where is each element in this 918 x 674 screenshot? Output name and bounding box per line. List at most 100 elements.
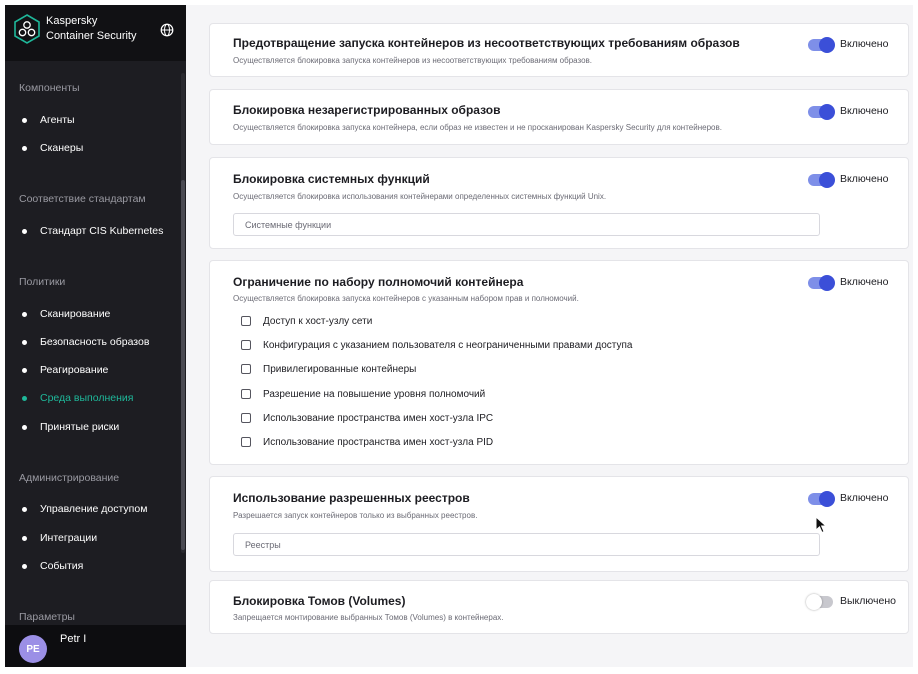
card-description: Запрещается монтирование выбранных Томов…	[233, 613, 504, 622]
checkbox-privileged-containers[interactable]: Привилегированные контейнеры	[241, 362, 416, 376]
sidebar-item-label: Сканеры	[40, 142, 84, 154]
checkbox-box[interactable]	[241, 413, 251, 423]
enable-toggle[interactable]	[806, 594, 833, 610]
checkbox-label: Использование пространства имен хост-узл…	[263, 412, 494, 424]
user-bar[interactable]: PE Petr I	[5, 625, 186, 667]
checkbox-box[interactable]	[241, 364, 251, 374]
card-title: Блокировка системных функций	[233, 172, 430, 186]
sidebar-item-integrations[interactable]: Интеграции	[19, 529, 97, 547]
sidebar-item-label: Сканирование	[40, 308, 111, 320]
user-name: Petr I	[60, 633, 87, 645]
sidebar-item-accepted-risks[interactable]: Принятые риски	[19, 418, 119, 436]
checkbox-box[interactable]	[241, 340, 251, 350]
card-description: Осуществляется блокировка запуска контей…	[233, 294, 579, 303]
brand-header: Kaspersky Container Security	[5, 5, 186, 61]
checkbox-label: Разрешение на повышение уровня полномочи…	[263, 388, 486, 400]
enable-toggle[interactable]	[808, 37, 835, 53]
toggle-label: Включено	[840, 173, 889, 185]
enable-toggle[interactable]	[808, 491, 835, 507]
card-title: Использование разрешенных реестров	[233, 491, 470, 505]
card-description: Осуществляется блокировка запуска контей…	[233, 123, 722, 132]
bullet-icon	[22, 145, 27, 151]
checkbox-box[interactable]	[241, 437, 251, 447]
kaspersky-logo-icon	[14, 14, 40, 44]
brand-line2: Container Security	[46, 30, 137, 42]
sidebar-item-scanning[interactable]: Сканирование	[19, 305, 110, 323]
policy-card-allowed-registries: Использование разрешенных реестров Разре…	[209, 476, 909, 572]
sidebar-item-events[interactable]: События	[19, 557, 83, 575]
checkbox-box[interactable]	[241, 316, 251, 326]
card-description: Осуществляется блокировка использования …	[233, 192, 607, 201]
sidebar: Kaspersky Container Security Компоненты …	[5, 5, 186, 667]
toggle-label: Включено	[840, 105, 889, 117]
toggle-knob	[806, 594, 822, 610]
checkbox-label: Доступ к хост-узлу сети	[263, 315, 373, 327]
sidebar-item-label: Управление доступом	[40, 503, 148, 515]
policy-card-noncompliant-images: Предотвращение запуска контейнеров из не…	[209, 23, 909, 77]
toggle-knob	[819, 275, 835, 291]
registries-input[interactable]	[233, 533, 820, 556]
checkbox-box[interactable]	[241, 389, 251, 399]
bullet-icon	[22, 228, 27, 234]
sidebar-item-label: Агенты	[40, 114, 75, 126]
toggle-knob	[819, 491, 835, 507]
sidebar-item-label: События	[40, 560, 84, 572]
bullet-icon	[22, 339, 27, 345]
globe-icon[interactable]	[160, 23, 174, 37]
brand-line1: Kaspersky	[46, 15, 98, 27]
sidebar-item-runtime[interactable]: Среда выполнения	[19, 389, 133, 407]
sidebar-item-access-management[interactable]: Управление доступом	[19, 500, 147, 518]
system-functions-input[interactable]	[233, 213, 820, 236]
brand-name: Kaspersky Container Security	[46, 14, 137, 44]
checkbox-host-network[interactable]: Доступ к хост-узлу сети	[241, 314, 372, 328]
checkbox-label: Конфигурация с указанием пользователя с …	[263, 339, 633, 351]
toggle-label: Включено	[840, 276, 889, 288]
card-description: Разрешается запуск контейнеров только из…	[233, 511, 478, 520]
sidebar-item-label: Безопасность образов	[40, 336, 150, 348]
bullet-icon	[22, 563, 27, 569]
section-title-settings: Параметры	[19, 611, 75, 623]
policy-card-system-functions: Блокировка системных функций Осуществляе…	[209, 157, 909, 249]
checkbox-label: Использование пространства имен хост-узл…	[263, 436, 494, 448]
sidebar-item-label: Стандарт CIS Kubernetes	[40, 225, 164, 237]
bullet-icon	[22, 535, 27, 541]
bullet-icon	[22, 506, 27, 512]
sidebar-item-agents[interactable]: Агенты	[19, 111, 75, 129]
card-title: Блокировка Томов (Volumes)	[233, 594, 406, 608]
section-title-compliance: Соответствие стандартам	[19, 193, 146, 205]
bullet-icon	[22, 117, 27, 123]
card-title: Блокировка незарегистрированных образов	[233, 103, 501, 117]
toggle-knob	[819, 37, 835, 53]
toggle-knob	[819, 104, 835, 120]
sidebar-scrollbar-thumb[interactable]	[181, 180, 185, 550]
section-title-administration: Администрирование	[19, 472, 120, 484]
checkbox-unrestricted-user[interactable]: Конфигурация с указанием пользователя с …	[241, 338, 632, 352]
toggle-label: Включено	[840, 492, 889, 504]
checkbox-label: Привилегированные контейнеры	[263, 363, 417, 375]
enable-toggle[interactable]	[808, 275, 835, 291]
enable-toggle[interactable]	[808, 104, 835, 120]
card-description: Осуществляется блокировка запуска контей…	[233, 56, 593, 65]
enable-toggle[interactable]	[808, 172, 835, 188]
sidebar-item-label: Интеграции	[40, 532, 98, 544]
card-title: Ограничение по набору полномочий контейн…	[233, 275, 524, 289]
main-content: Предотвращение запуска контейнеров из не…	[186, 5, 913, 667]
bullet-icon	[22, 395, 27, 401]
checkbox-host-pid[interactable]: Использование пространства имен хост-узл…	[241, 435, 493, 449]
bullet-icon	[22, 367, 27, 373]
checkbox-privilege-escalation[interactable]: Разрешение на повышение уровня полномочи…	[241, 387, 485, 401]
policy-card-unregistered-images: Блокировка незарегистрированных образов …	[209, 89, 909, 145]
sidebar-item-label: Реагирование	[40, 364, 109, 376]
sidebar-item-response[interactable]: Реагирование	[19, 361, 108, 379]
toggle-knob	[819, 172, 835, 188]
checkbox-host-ipc[interactable]: Использование пространства имен хост-узл…	[241, 411, 493, 425]
avatar[interactable]: PE	[19, 635, 47, 663]
toggle-label: Включено	[840, 38, 889, 50]
policy-card-volumes: Блокировка Томов (Volumes) Запрещается м…	[209, 580, 909, 634]
section-title-policies: Политики	[19, 276, 66, 288]
sidebar-item-cis-kubernetes[interactable]: Стандарт CIS Kubernetes	[19, 222, 163, 240]
sidebar-item-label: Принятые риски	[40, 421, 120, 433]
sidebar-item-scanners[interactable]: Сканеры	[19, 139, 83, 157]
sidebar-item-label: Среда выполнения	[40, 392, 134, 404]
sidebar-item-image-security[interactable]: Безопасность образов	[19, 333, 149, 351]
